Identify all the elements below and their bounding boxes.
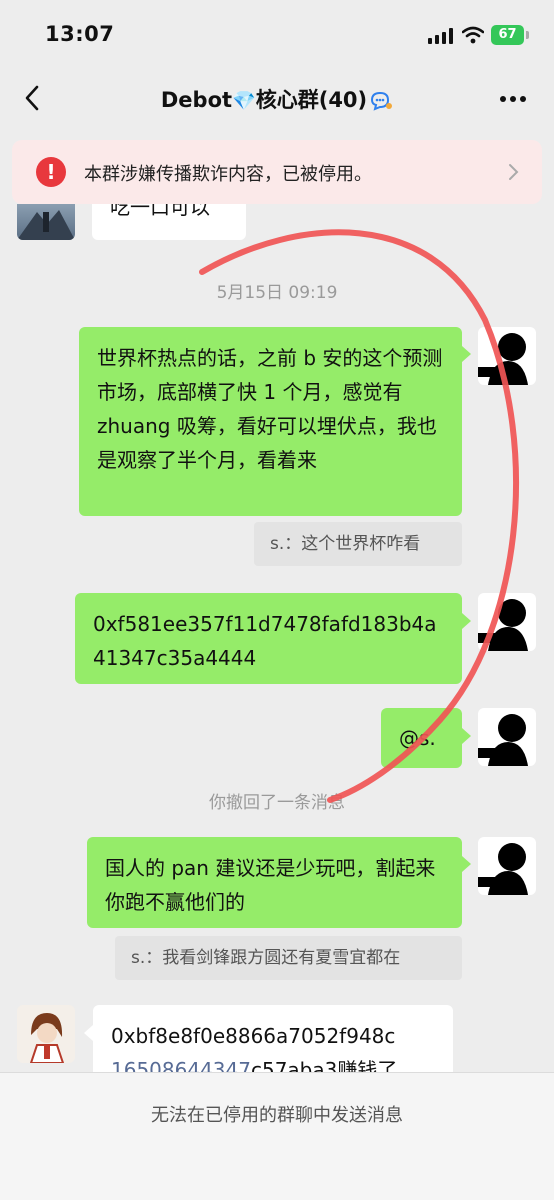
message-text-line1: 0xbf8e8f0e8866a7052f948c [111, 1024, 396, 1048]
message-text: @s. [399, 726, 436, 750]
avatar-silhouette[interactable] [478, 593, 536, 651]
phone-number-link[interactable]: 16508644347 [111, 1058, 251, 1072]
chat-header: Debot💎核心群(40) [0, 70, 554, 130]
battery-icon: 67 [491, 25, 524, 45]
message-text: 吃一口可以 [110, 204, 210, 219]
disabled-input-notice: 无法在已停用的群聊中发送消息 [151, 1105, 403, 1126]
chat-message-list[interactable]: 吃一口可以 5月15日 09:19 世界杯热点的话，之前 b 安的这个预测市场，… [0, 204, 554, 1072]
banner-text: 本群涉嫌传播欺诈内容，已被停用。 [84, 164, 372, 185]
quoted-reply-text: s.：我看剑锋跟方圆还有夏雪宜都在 [131, 948, 401, 968]
bubble-tail [462, 613, 471, 629]
message-text: 国人的 pan 建议还是少玩吧，割起来你跑不赢他们的 [105, 856, 436, 914]
chat-bubble-icon [371, 91, 393, 111]
title-prefix: Debot [160, 88, 233, 112]
bubble-tail [462, 728, 471, 744]
bubble-tail [84, 1025, 93, 1041]
more-options-icon[interactable] [500, 96, 528, 104]
bubble-tail [462, 856, 471, 872]
avatar-silhouette[interactable] [478, 708, 536, 766]
message-bubble-sent[interactable]: 国人的 pan 建议还是少玩吧，割起来你跑不赢他们的 [87, 837, 462, 928]
quoted-reply-text: s.：这个世界杯咋看 [270, 534, 421, 554]
wifi-icon [462, 26, 484, 44]
message-text-rest: c57aba3赚钱了 [250, 1058, 398, 1072]
disabled-group-banner[interactable]: ! 本群涉嫌传播欺诈内容，已被停用。 [12, 140, 542, 204]
bubble-tail [462, 346, 471, 362]
message-text: 0xf581ee357f11d7478fafd183b4a41347c35a44… [93, 612, 437, 670]
quoted-reply[interactable]: s.：这个世界杯咋看 [254, 522, 462, 566]
cellular-signal-icon [428, 28, 454, 44]
chat-title[interactable]: Debot💎核心群(40) [0, 84, 554, 114]
message-bubble-sent[interactable]: @s. [381, 708, 462, 768]
alert-icon: ! [36, 157, 66, 187]
message-timestamp: 5月15日 09:19 [216, 283, 338, 303]
message-bubble-sent[interactable]: 世界杯热点的话，之前 b 安的这个预测市场，底部横了快 1 个月，感觉有 zhu… [79, 327, 462, 516]
title-suffix: 核心群(40) [255, 88, 368, 112]
status-bar: 13:07 67 [0, 0, 554, 70]
recall-notice: 你撤回了一条消息 [209, 793, 345, 813]
avatar-silhouette[interactable] [478, 837, 536, 895]
message-text: 世界杯热点的话，之前 b 安的这个预测市场，底部横了快 1 个月，感觉有 zhu… [97, 346, 443, 472]
avatar-silhouette[interactable] [478, 327, 536, 385]
avatar-anime-character[interactable] [17, 1005, 75, 1063]
battery-tip [526, 31, 529, 39]
input-disabled-bar: 无法在已停用的群聊中发送消息 [0, 1072, 554, 1200]
message-bubble-sent[interactable]: 0xf581ee357f11d7478fafd183b4a41347c35a44… [75, 593, 462, 684]
status-time: 13:07 [45, 22, 115, 46]
chevron-right-icon [509, 164, 519, 180]
quoted-reply[interactable]: s.：我看剑锋跟方圆还有夏雪宜都在 [115, 936, 462, 980]
message-bubble-received[interactable]: 0xbf8e8f0e8866a7052f948c 16508644347c57a… [93, 1005, 453, 1072]
message-bubble-partial[interactable]: 吃一口可以 [92, 204, 246, 240]
avatar-landscape[interactable] [17, 204, 75, 240]
diamond-icon: 💎 [232, 90, 256, 112]
